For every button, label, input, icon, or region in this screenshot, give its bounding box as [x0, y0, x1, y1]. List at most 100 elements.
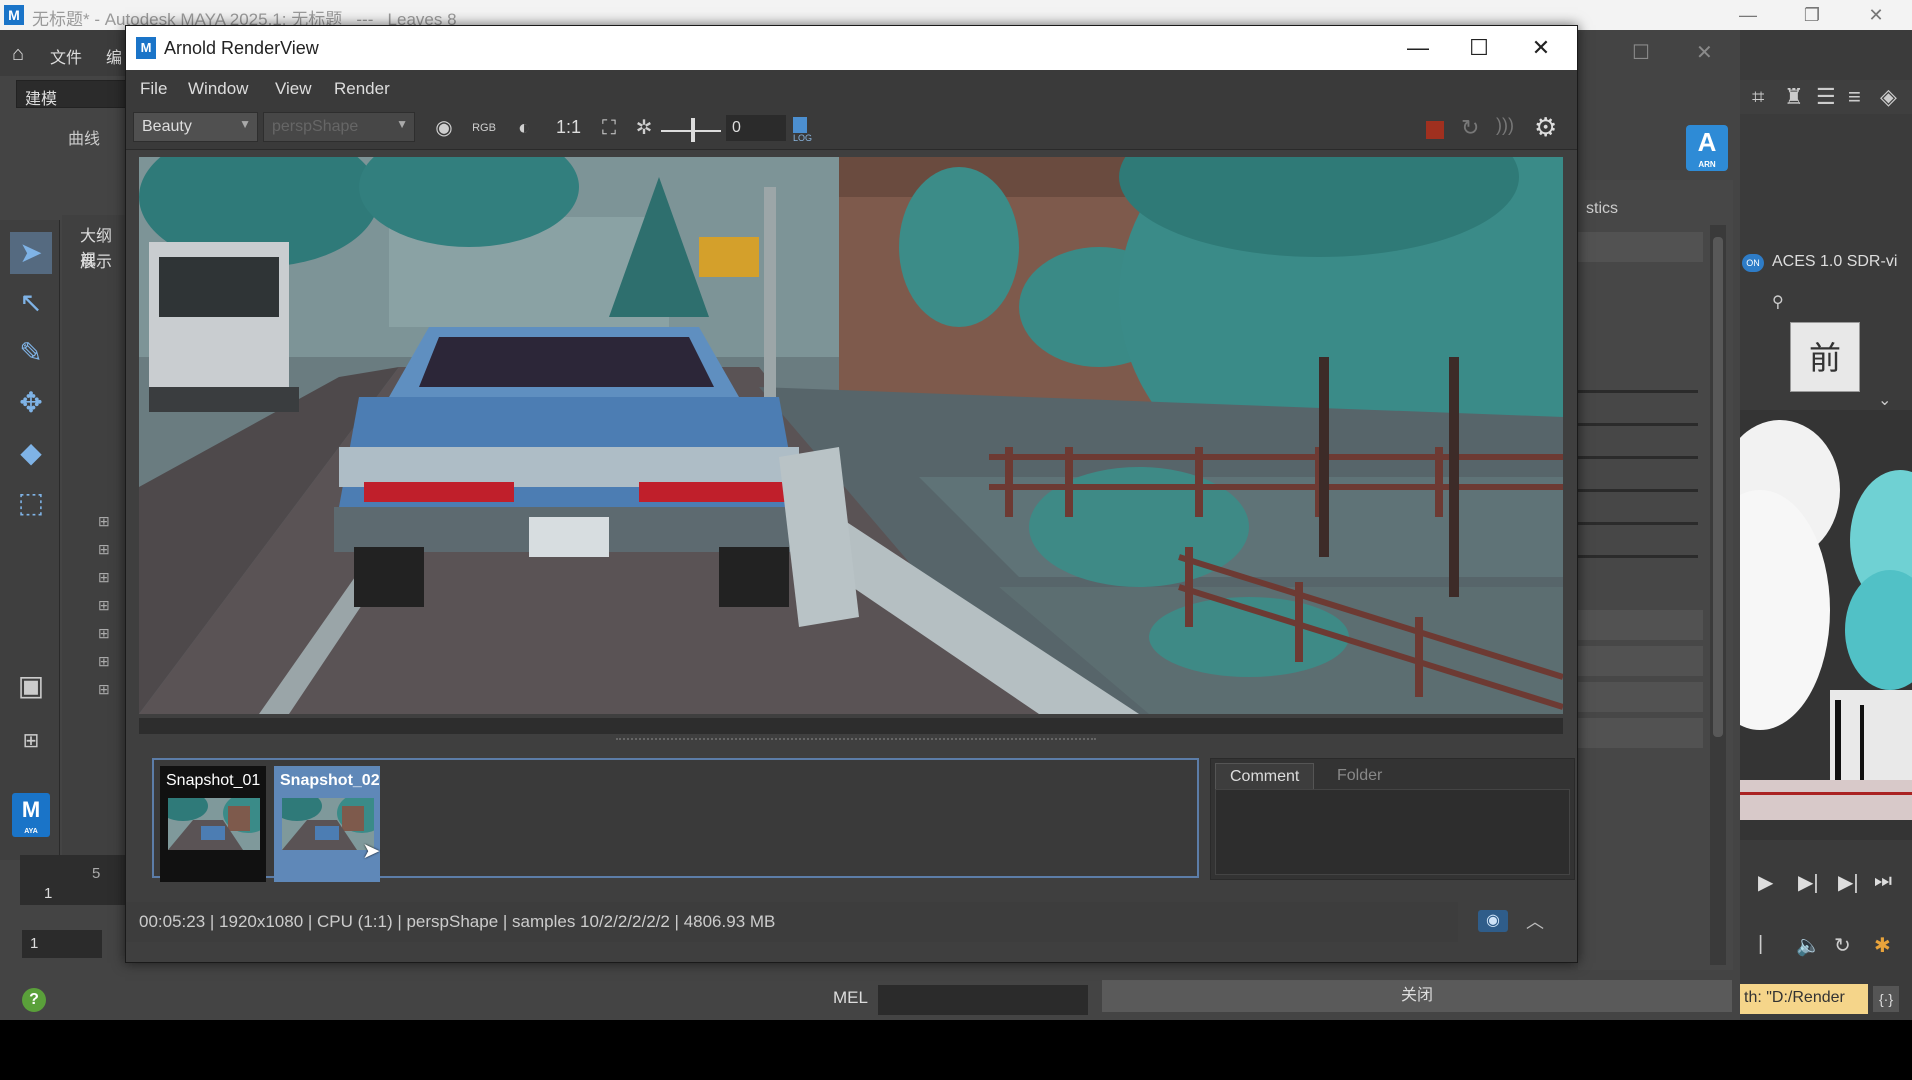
- attribute-slider[interactable]: [1578, 555, 1698, 558]
- rotate-tool-icon[interactable]: ◆: [10, 432, 52, 474]
- lasso-tool-icon[interactable]: ↖: [10, 282, 52, 324]
- zoom-ratio[interactable]: 1:1: [556, 117, 581, 138]
- shelf-tab-curves[interactable]: 曲线: [68, 125, 100, 149]
- attribute-slider[interactable]: [1578, 456, 1698, 459]
- expand-icon[interactable]: ⊞: [98, 569, 110, 586]
- start-frame-field[interactable]: 1: [22, 930, 102, 958]
- select-tool-icon[interactable]: ➤: [10, 232, 52, 274]
- attribute-slider[interactable]: [1578, 390, 1698, 393]
- attribute-slider[interactable]: [1578, 489, 1698, 492]
- minimize-button[interactable]: —: [1393, 32, 1443, 64]
- script-editor-icon[interactable]: {·}: [1873, 986, 1899, 1012]
- tab-folder[interactable]: Folder: [1323, 763, 1396, 789]
- alpha-channel-icon[interactable]: ◐: [511, 116, 537, 142]
- play-icon[interactable]: ▶: [1758, 870, 1773, 895]
- view-cube[interactable]: 前: [1790, 322, 1860, 392]
- list-icon[interactable]: ☰: [1816, 84, 1836, 110]
- render-horizontal-scrollbar[interactable]: [139, 718, 1563, 734]
- snapshot-thumbnail-selected[interactable]: Snapshot_02: [274, 766, 380, 882]
- chevron-down-icon[interactable]: ⌄: [1878, 390, 1891, 410]
- go-to-end-icon[interactable]: ⏭: [1874, 870, 1892, 893]
- ipr-icon[interactable]: ))): [1496, 115, 1514, 136]
- menu-render[interactable]: Render: [334, 79, 390, 99]
- diagnostics-tab[interactable]: stics: [1586, 200, 1618, 218]
- comment-textarea[interactable]: [1215, 789, 1570, 875]
- paint-select-icon[interactable]: ✎: [10, 332, 52, 374]
- snapshot-thumbnail[interactable]: Snapshot_01: [160, 766, 266, 882]
- gear-icon[interactable]: ⚙: [1534, 112, 1557, 143]
- character-icon[interactable]: ♜: [1784, 84, 1804, 110]
- grid-icon[interactable]: ⌗: [1752, 84, 1764, 110]
- layers-icon[interactable]: ◈: [1880, 84, 1897, 110]
- eye-icon[interactable]: ◉: [1478, 910, 1508, 932]
- expand-icon[interactable]: ⊞: [98, 681, 110, 698]
- outliner-display-menu[interactable]: 展示: [80, 248, 112, 272]
- attribute-row[interactable]: [1578, 682, 1703, 712]
- mel-label[interactable]: MEL: [833, 988, 868, 1008]
- exposure-reset-icon[interactable]: ✲: [631, 116, 657, 142]
- viewport-scene[interactable]: [1740, 410, 1912, 840]
- menu-set-selector[interactable]: 建模: [16, 80, 126, 108]
- maximize-button[interactable]: ☐: [1454, 32, 1504, 64]
- camera-dropdown[interactable]: perspShape ▼: [263, 112, 415, 142]
- arnold-shelf-icon[interactable]: A ARN: [1686, 125, 1728, 171]
- step-forward-icon[interactable]: ▶|: [1838, 870, 1859, 895]
- renderview-titlebar[interactable]: M Arnold RenderView — ☐ ✕: [126, 26, 1577, 70]
- menu-file[interactable]: File: [140, 79, 167, 99]
- close-window-button[interactable]: ✕: [1516, 32, 1566, 64]
- menu-window[interactable]: Window: [188, 79, 248, 99]
- menu-view[interactable]: View: [275, 79, 312, 99]
- expand-icon[interactable]: ⊞: [98, 597, 110, 614]
- stop-render-icon[interactable]: [1426, 121, 1444, 139]
- hidden-window-maximize-icon[interactable]: ☐: [1632, 40, 1650, 65]
- exposure-slider-handle[interactable]: [691, 118, 695, 142]
- view-transform-label[interactable]: ACES 1.0 SDR-vi: [1772, 253, 1897, 271]
- expand-icon[interactable]: ⊞: [98, 513, 110, 530]
- speaker-icon[interactable]: 🔈: [1796, 933, 1821, 958]
- refresh-render-icon[interactable]: ↻: [1461, 115, 1479, 141]
- expand-icon[interactable]: ⊞: [98, 541, 110, 558]
- rgb-channels-icon[interactable]: RGB: [471, 116, 497, 142]
- expand-icon[interactable]: ⊞: [98, 625, 110, 642]
- render-image[interactable]: [139, 157, 1563, 714]
- expand-icon[interactable]: ⊞: [98, 653, 110, 670]
- channels-icon[interactable]: ≡: [1848, 84, 1861, 110]
- move-tool-icon[interactable]: ✥: [10, 382, 52, 424]
- time-slider[interactable]: 5 1: [20, 855, 126, 905]
- attribute-slider[interactable]: [1578, 423, 1698, 426]
- crop-region-icon[interactable]: ⛶: [596, 116, 622, 142]
- chevron-up-icon[interactable]: ︿: [1526, 908, 1544, 934]
- pin-icon[interactable]: ⚲: [1772, 292, 1784, 312]
- layout-four-icon[interactable]: ⊞: [10, 720, 52, 762]
- step-forward-key-icon[interactable]: ▶|: [1798, 870, 1819, 895]
- marker-icon[interactable]: |: [1758, 933, 1763, 956]
- display-all-channels-icon[interactable]: ◉: [431, 116, 457, 142]
- attribute-slider[interactable]: [1578, 522, 1698, 525]
- mel-command-input[interactable]: [878, 985, 1088, 1015]
- tab-comment[interactable]: Comment: [1215, 763, 1315, 789]
- menu-file[interactable]: 文件: [50, 44, 82, 68]
- color-management-toggle[interactable]: ON: [1742, 254, 1764, 272]
- maya-minimize-button[interactable]: —: [1728, 3, 1768, 27]
- maya-close-button[interactable]: ✕: [1856, 3, 1896, 27]
- character-set-icon[interactable]: ✱: [1874, 933, 1891, 958]
- loop-icon[interactable]: ↻: [1834, 933, 1851, 958]
- layout-single-icon[interactable]: ▣: [10, 665, 52, 707]
- attribute-scrollbar[interactable]: [1710, 225, 1726, 965]
- hidden-window-close-icon[interactable]: ✕: [1696, 40, 1713, 65]
- aov-dropdown[interactable]: Beauty ▼: [133, 112, 258, 142]
- close-button[interactable]: 关闭: [1102, 980, 1732, 1012]
- maya-restore-button[interactable]: ❐: [1792, 3, 1832, 27]
- attribute-row[interactable]: [1578, 610, 1703, 640]
- panel-splitter-handle[interactable]: [616, 738, 1096, 742]
- exposure-value-field[interactable]: 0: [726, 115, 786, 141]
- scrollbar-thumb[interactable]: [1713, 237, 1723, 737]
- help-icon[interactable]: ?: [22, 988, 46, 1012]
- menu-edit[interactable]: 编: [106, 44, 122, 68]
- home-icon[interactable]: ⌂: [12, 43, 24, 66]
- log-icon[interactable]: LOG: [791, 115, 817, 143]
- attribute-row[interactable]: [1578, 718, 1703, 748]
- attribute-row[interactable]: [1578, 232, 1703, 262]
- attribute-row[interactable]: [1578, 646, 1703, 676]
- scale-tool-icon[interactable]: ⬚: [10, 482, 52, 524]
